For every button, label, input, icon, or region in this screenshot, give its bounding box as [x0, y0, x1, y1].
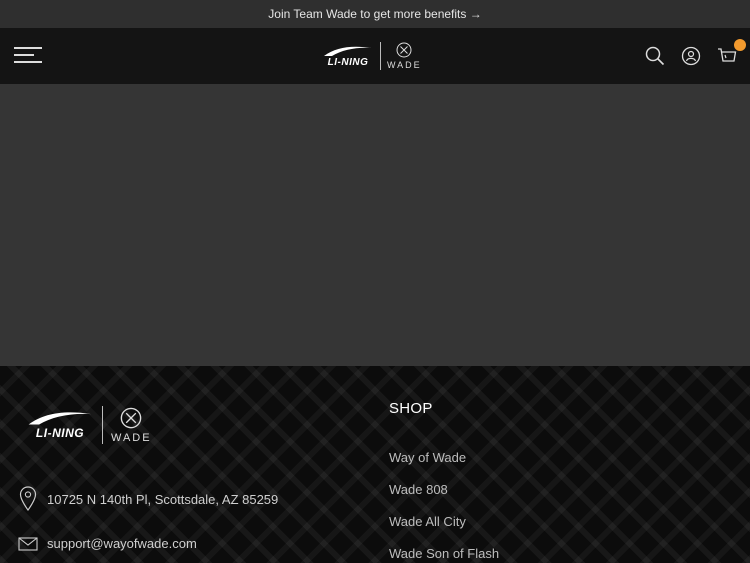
shop-heading: SHOP: [389, 400, 433, 417]
li-ning-mark: LI-NING: [322, 45, 374, 68]
header-actions: [644, 39, 746, 68]
brand-name: LI-NING: [327, 56, 369, 68]
footer-li-ning-mark: LI-NING: [26, 410, 94, 440]
address-text: 10725 N 140th Pl, Scottsdale, AZ 85259: [47, 491, 279, 507]
account-icon[interactable]: [680, 45, 702, 67]
hamburger-icon[interactable]: [14, 46, 42, 66]
footer-email: support@wayofwade.com: [16, 536, 197, 551]
shop-link-wade-son-of-flash[interactable]: Wade Son of Flash: [389, 546, 499, 563]
footer-brand-logo[interactable]: LI-NING WADE: [26, 406, 152, 444]
brand-logo[interactable]: LI-NING WADE: [322, 40, 430, 72]
wade-logo-icon: [396, 42, 412, 58]
wade-logo-icon: [120, 407, 142, 428]
footer-address: 10725 N 140th Pl, Scottsdale, AZ 85259: [16, 486, 278, 512]
location-pin-icon: [16, 486, 40, 512]
cart-count-badge: [734, 39, 746, 51]
sub-brand: WADE: [387, 60, 422, 70]
email-link[interactable]: support@wayofwade.com: [47, 536, 197, 551]
announcement-bar: Join Team Wade to get more benefits →: [0, 0, 750, 28]
announcement-link[interactable]: Join Team Wade to get more benefits →: [268, 7, 481, 21]
footer-brand-name: LI-NING: [35, 426, 85, 440]
site-header: LI-NING WADE: [0, 28, 750, 84]
cart-icon[interactable]: [716, 39, 746, 67]
mail-icon: [16, 536, 40, 551]
footer-logo-divider: [102, 406, 103, 444]
shop-links: Way of Wade Wade 808 Wade All City Wade …: [389, 450, 499, 563]
footer-sub-brand: WADE: [111, 431, 152, 444]
footer-wade-mark: WADE: [111, 407, 152, 444]
logo-divider: [380, 42, 381, 70]
search-icon[interactable]: [644, 45, 666, 67]
shop-link-wade-808[interactable]: Wade 808: [389, 482, 499, 514]
shop-link-wade-all-city[interactable]: Wade All City: [389, 514, 499, 546]
hero-banner: [0, 84, 750, 366]
li-ning-swoosh-icon: [324, 46, 372, 56]
wade-mark: WADE: [387, 42, 422, 70]
li-ning-swoosh-icon: [28, 412, 92, 425]
site-footer: LI-NING WADE 10725 N 140th Pl, Scottsdal…: [0, 366, 750, 563]
shop-link-way-of-wade[interactable]: Way of Wade: [389, 450, 499, 482]
